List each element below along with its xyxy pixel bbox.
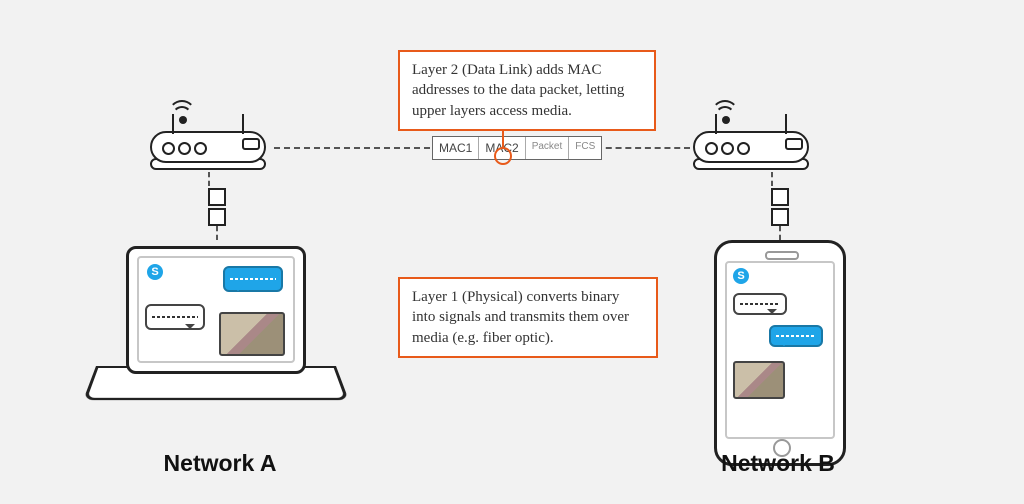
chat-bubble-white bbox=[145, 304, 205, 330]
callout-layer1-text: Layer 1 (Physical) converts binary into … bbox=[412, 289, 629, 346]
link-right bbox=[596, 147, 690, 149]
network-b-label: Network B bbox=[678, 450, 878, 477]
image-thumbnail bbox=[219, 312, 285, 356]
network-a-label: Network A bbox=[120, 450, 320, 477]
callout-layer1: Layer 1 (Physical) converts binary into … bbox=[398, 277, 658, 358]
router-b bbox=[693, 108, 811, 168]
chat-bubble-white bbox=[733, 293, 787, 315]
skype-icon: S bbox=[147, 264, 163, 280]
laptop: S bbox=[98, 246, 328, 416]
link-left bbox=[274, 147, 430, 149]
packet-cell-packet: Packet bbox=[526, 137, 570, 159]
data-packet: MAC1 MAC2 Packet FCS bbox=[432, 136, 602, 160]
router-a bbox=[150, 108, 268, 168]
phone: S bbox=[714, 240, 846, 466]
vlink-a bbox=[208, 172, 226, 240]
callout-layer2-text: Layer 2 (Data Link) adds MAC addresses t… bbox=[412, 62, 624, 119]
wifi-icon bbox=[168, 100, 198, 122]
wifi-icon bbox=[711, 100, 741, 122]
vlink-b bbox=[771, 172, 789, 240]
chat-bubble-blue bbox=[769, 325, 823, 347]
callout-layer2: Layer 2 (Data Link) adds MAC addresses t… bbox=[398, 50, 656, 131]
chat-bubble-blue bbox=[223, 266, 283, 292]
skype-icon: S bbox=[733, 268, 749, 284]
image-thumbnail bbox=[733, 361, 785, 399]
packet-cell-fcs: FCS bbox=[569, 137, 601, 159]
packet-cell-mac1: MAC1 bbox=[433, 137, 479, 159]
